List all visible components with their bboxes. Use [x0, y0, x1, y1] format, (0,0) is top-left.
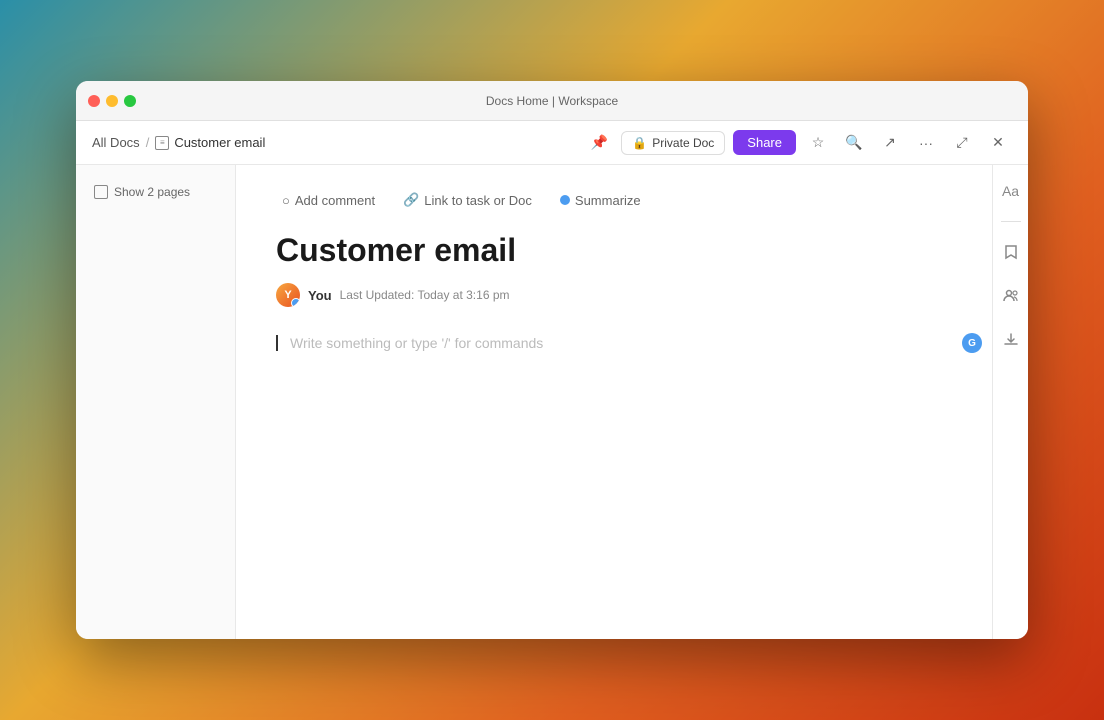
left-sidebar: Show 2 pages: [76, 165, 236, 639]
title-bar: Docs Home | Workspace: [76, 81, 1028, 121]
collaborators-button[interactable]: [997, 282, 1025, 310]
right-sidebar: Aa: [992, 165, 1028, 639]
document-title[interactable]: Customer email: [276, 231, 952, 269]
sidebar-divider: [1001, 221, 1021, 222]
breadcrumb-root[interactable]: All Docs: [92, 135, 140, 150]
doc-author: You: [308, 288, 332, 303]
doc-toolbar: ○ Add comment 🔗 Link to task or Doc Summ…: [276, 189, 952, 211]
share-button[interactable]: Share: [733, 130, 796, 155]
add-comment-label: Add comment: [295, 193, 375, 208]
breadcrumb-current-label: Customer email: [174, 135, 265, 150]
users-icon: [1003, 288, 1019, 304]
doc-updated-label: Last Updated: Today at 3:16 pm: [340, 288, 510, 302]
breadcrumb: All Docs / ≡ Customer email: [92, 135, 585, 150]
show-pages-label: Show 2 pages: [114, 185, 190, 199]
breadcrumb-current: ≡ Customer email: [155, 135, 265, 150]
doc-body[interactable]: Write something or type '/' for commands…: [276, 331, 952, 355]
avatar-badge: [291, 298, 300, 307]
lock-icon: 🔒: [632, 136, 647, 150]
link-task-label: Link to task or Doc: [424, 193, 532, 208]
pin-icon-button[interactable]: 📌: [585, 129, 613, 157]
download-button[interactable]: [997, 326, 1025, 354]
search-button[interactable]: 🔍: [840, 129, 868, 157]
show-pages-button[interactable]: Show 2 pages: [88, 181, 223, 203]
content-area: ○ Add comment 🔗 Link to task or Doc Summ…: [236, 165, 1028, 639]
summarize-label: Summarize: [575, 193, 641, 208]
app-window: Docs Home | Workspace All Docs / ≡ Custo…: [76, 81, 1028, 639]
link-task-button[interactable]: 🔗 Link to task or Doc: [397, 189, 538, 211]
summarize-button[interactable]: Summarize: [554, 190, 647, 211]
close-doc-button[interactable]: ✕: [984, 129, 1012, 157]
sidebar-toggle-button[interactable]: ⤢: [948, 129, 976, 157]
export-button[interactable]: ↗: [876, 129, 904, 157]
format-icon-button[interactable]: Aa: [997, 177, 1025, 205]
ai-indicator: G: [962, 333, 982, 353]
text-cursor: [276, 335, 278, 351]
fullscreen-button[interactable]: [124, 95, 136, 107]
minimize-button[interactable]: [106, 95, 118, 107]
bookmark-icon: [1003, 244, 1019, 260]
download-icon: [1003, 332, 1019, 348]
main-layout: Show 2 pages ○ Add comment 🔗 Link to tas…: [76, 165, 1028, 639]
private-doc-button[interactable]: 🔒 Private Doc: [621, 131, 725, 155]
doc-meta: Y You Last Updated: Today at 3:16 pm: [276, 283, 952, 307]
sidebar-star-button[interactable]: [997, 238, 1025, 266]
avatar: Y: [276, 283, 300, 307]
toolbar-actions: 📌 🔒 Private Doc Share ☆ 🔍 ↗ ··· ⤢ ✕: [585, 129, 1012, 157]
toolbar: All Docs / ≡ Customer email 📌 🔒 Private …: [76, 121, 1028, 165]
doc-icon: ≡: [155, 136, 169, 150]
summarize-dot-icon: [560, 195, 570, 205]
link-icon: 🔗: [403, 192, 419, 208]
breadcrumb-separator: /: [146, 135, 150, 150]
pages-icon: [94, 185, 108, 199]
doc-editor[interactable]: ○ Add comment 🔗 Link to task or Doc Summ…: [236, 165, 992, 639]
comment-icon: ○: [282, 193, 290, 208]
star-button[interactable]: ☆: [804, 129, 832, 157]
close-button[interactable]: [88, 95, 100, 107]
window-title: Docs Home | Workspace: [486, 94, 618, 108]
private-doc-label: Private Doc: [652, 136, 714, 150]
doc-placeholder: Write something or type '/' for commands: [290, 331, 543, 355]
more-options-button[interactable]: ···: [912, 129, 940, 157]
traffic-lights: [88, 95, 136, 107]
add-comment-button[interactable]: ○ Add comment: [276, 190, 381, 211]
